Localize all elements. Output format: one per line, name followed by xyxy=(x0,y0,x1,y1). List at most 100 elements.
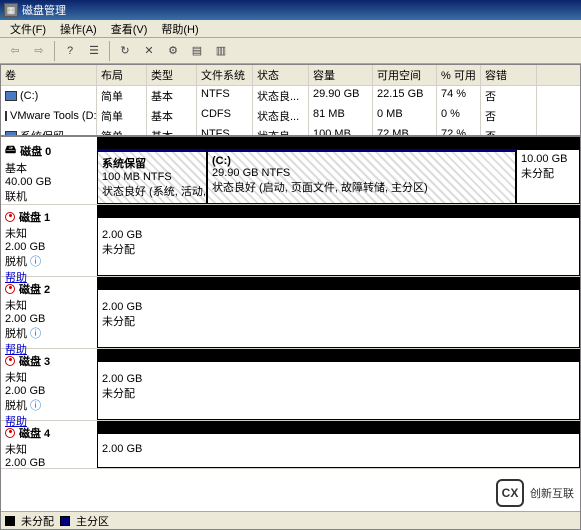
cell: 简单 xyxy=(97,106,147,126)
partition-size: 2.00 GB xyxy=(102,443,575,455)
settings-button[interactable]: ⚙ xyxy=(162,40,184,62)
watermark: CX 创新互联 xyxy=(496,479,574,507)
col-layout[interactable]: 布局 xyxy=(97,65,147,85)
menu-action[interactable]: 操作(A) xyxy=(54,20,103,38)
delete-button[interactable]: ✕ xyxy=(138,40,160,62)
menu-help[interactable]: 帮助(H) xyxy=(155,20,204,38)
disk-info: 磁盘 2 未知 2.00 GB 脱机 ⓘ 帮助 xyxy=(1,277,97,348)
view-top-button[interactable]: ▤ xyxy=(186,40,208,62)
toolbar: ⇦ ⇨ ? ☰ ↻ ✕ ⚙ ▤ ▥ xyxy=(0,38,581,64)
menu-view[interactable]: 查看(V) xyxy=(105,20,154,38)
disk-bar xyxy=(97,421,580,433)
list-row[interactable]: (C:) 简单 基本 NTFS 状态良... 29.90 GB 22.15 GB… xyxy=(1,86,580,106)
col-fault[interactable]: 容错 xyxy=(481,65,537,85)
disk-row[interactable]: 🖴磁盘 0 基本 40.00 GB 联机 系统保留 100 MB NTFS 状态… xyxy=(1,137,580,205)
info-icon[interactable]: ⓘ xyxy=(30,328,41,340)
col-status[interactable]: 状态 xyxy=(253,65,309,85)
back-button[interactable]: ⇦ xyxy=(4,40,26,62)
cell: 29.90 GB xyxy=(309,86,373,106)
disk-size: 2.00 GB xyxy=(5,457,93,469)
cell: 简单 xyxy=(97,86,147,106)
properties-button[interactable]: ? xyxy=(59,40,81,62)
cell: 简单 xyxy=(97,126,147,136)
list-row[interactable]: VMware Tools (D:) 简单 基本 CDFS 状态良... 81 M… xyxy=(1,106,580,126)
disk-state: 脱机 xyxy=(5,400,27,412)
disk-row[interactable]: 磁盘 4 未知 2.00 GB 2.00 GB xyxy=(1,421,580,469)
partition-unallocated[interactable]: 2.00 GB xyxy=(97,433,580,468)
list-row[interactable]: 系统保留 简单 基本 NTFS 状态良... 100 MB 72 MB 72 %… xyxy=(1,126,580,136)
disk-size: 2.00 GB xyxy=(5,241,93,253)
disk-info: 磁盘 1 未知 2.00 GB 脱机 ⓘ 帮助 xyxy=(1,205,97,276)
partition-unallocated[interactable]: 10.00 GB 未分配 xyxy=(516,149,580,204)
disk-icon: 🖴 xyxy=(5,141,16,160)
cell: NTFS xyxy=(197,86,253,106)
cell: 0 MB xyxy=(373,106,437,126)
separator xyxy=(109,41,110,61)
window-title: 磁盘管理 xyxy=(22,2,66,18)
disk-label: 磁盘 1 xyxy=(19,209,50,225)
partition[interactable]: 系统保留 100 MB NTFS 状态良好 (系统, 活动, 主分 xyxy=(97,149,207,204)
cd-icon xyxy=(5,111,7,121)
disk-size: 40.00 GB xyxy=(5,176,93,188)
cell: 22.15 GB xyxy=(373,86,437,106)
cell: 否 xyxy=(481,106,537,126)
partition-size: 2.00 GB xyxy=(102,229,575,241)
disk-size: 2.00 GB xyxy=(5,313,93,325)
col-free[interactable]: 可用空间 xyxy=(373,65,437,85)
volume-list[interactable]: 卷 布局 类型 文件系统 状态 容量 可用空间 % 可用 容错 (C:) 简单 … xyxy=(0,64,581,136)
partition-size: 2.00 GB xyxy=(102,373,575,385)
disk-info: 🖴磁盘 0 基本 40.00 GB 联机 xyxy=(1,137,97,204)
partition-status: 未分配 xyxy=(102,241,575,257)
disk-row[interactable]: 磁盘 1 未知 2.00 GB 脱机 ⓘ 帮助 2.00 GB 未分配 xyxy=(1,205,580,277)
disk-type: 未知 xyxy=(5,441,93,457)
disk-bar xyxy=(97,205,580,217)
cell: VMware Tools (D:) xyxy=(10,110,97,122)
view-bottom-button[interactable]: ▥ xyxy=(210,40,232,62)
cell: 100 MB xyxy=(309,126,373,136)
forward-button[interactable]: ⇨ xyxy=(28,40,50,62)
disk-type: 未知 xyxy=(5,369,93,385)
partition-unallocated[interactable]: 2.00 GB 未分配 xyxy=(97,289,580,348)
partition[interactable]: (C:) 29.90 GB NTFS 状态良好 (启动, 页面文件, 故障转储,… xyxy=(207,149,516,204)
partition-unallocated[interactable]: 2.00 GB 未分配 xyxy=(97,361,580,420)
partition-size: 100 MB NTFS xyxy=(102,171,202,183)
disk-row[interactable]: 磁盘 2 未知 2.00 GB 脱机 ⓘ 帮助 2.00 GB 未分配 xyxy=(1,277,580,349)
volume-icon xyxy=(5,91,17,101)
partition-size: 2.00 GB xyxy=(102,301,575,313)
refresh-button[interactable]: ☰ xyxy=(83,40,105,62)
partition-unallocated[interactable]: 2.00 GB 未分配 xyxy=(97,217,580,276)
info-icon[interactable]: ⓘ xyxy=(30,400,41,412)
legend-unalloc-swatch xyxy=(5,516,15,526)
legend-primary-label: 主分区 xyxy=(76,513,109,529)
cell: CDFS xyxy=(197,106,253,126)
menu-file[interactable]: 文件(F) xyxy=(4,20,52,38)
disk-bar xyxy=(97,137,580,149)
partition-status: 状态良好 (系统, 活动, 主分 xyxy=(102,183,202,199)
col-fs[interactable]: 文件系统 xyxy=(197,65,253,85)
disk-info: 磁盘 4 未知 2.00 GB xyxy=(1,421,97,468)
disk-row[interactable]: 磁盘 3 未知 2.00 GB 脱机 ⓘ 帮助 2.00 GB 未分配 xyxy=(1,349,580,421)
disk-bar xyxy=(97,349,580,361)
col-volume[interactable]: 卷 xyxy=(1,65,97,85)
col-pct[interactable]: % 可用 xyxy=(437,65,481,85)
warning-icon xyxy=(5,284,15,294)
refresh-icon[interactable]: ↻ xyxy=(114,40,136,62)
info-icon[interactable]: ⓘ xyxy=(30,256,41,268)
col-type[interactable]: 类型 xyxy=(147,65,197,85)
disk-state: 脱机 xyxy=(5,256,27,268)
cell: 否 xyxy=(481,126,537,136)
list-header: 卷 布局 类型 文件系统 状态 容量 可用空间 % 可用 容错 xyxy=(1,65,580,86)
cell: 状态良... xyxy=(253,106,309,126)
disk-label: 磁盘 4 xyxy=(19,425,50,441)
disk-type: 未知 xyxy=(5,297,93,313)
cell: (C:) xyxy=(20,90,38,102)
cell: 状态良... xyxy=(253,126,309,136)
cell: 基本 xyxy=(147,86,197,106)
partition-size: 10.00 GB xyxy=(521,153,575,165)
disk-graph-pane: 🖴磁盘 0 基本 40.00 GB 联机 系统保留 100 MB NTFS 状态… xyxy=(0,136,581,530)
cell: 0 % xyxy=(437,106,481,126)
partition-status: 未分配 xyxy=(102,313,575,329)
cell: 状态良... xyxy=(253,86,309,106)
warning-icon xyxy=(5,428,15,438)
col-cap[interactable]: 容量 xyxy=(309,65,373,85)
